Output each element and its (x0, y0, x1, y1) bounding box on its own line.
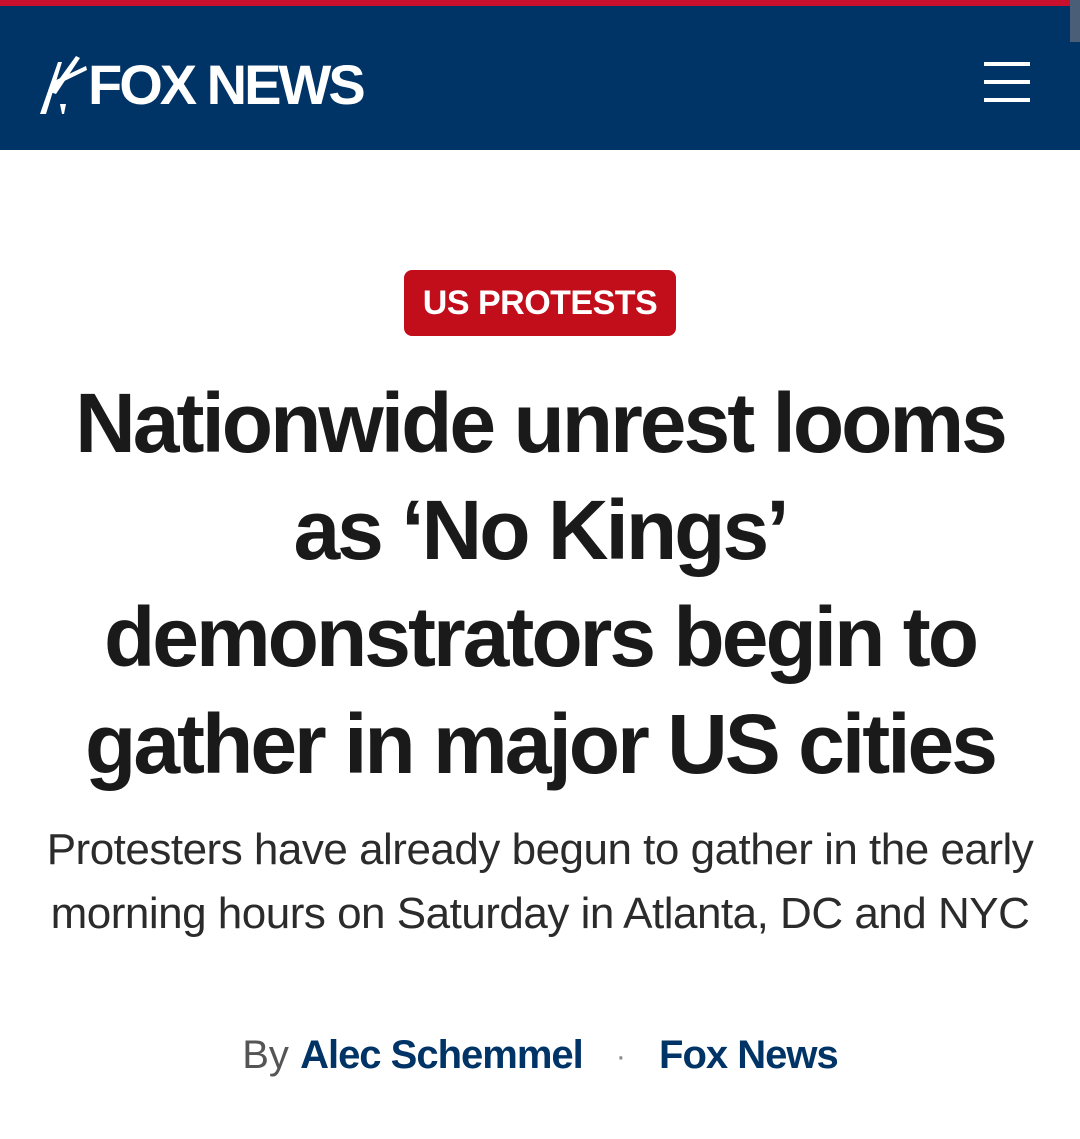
byline: By Alec Schemmel · Fox News (0, 1030, 1080, 1082)
byline-separator: · (615, 1040, 626, 1074)
headline-line: demonstrators begin to (103, 590, 979, 684)
headline-line: Nationwide unrest looms (75, 376, 1008, 470)
author-link[interactable]: Alec Schemmel (300, 1033, 584, 1077)
menu-bar (984, 98, 1030, 102)
headline-line: as ‘No Kings’ (293, 483, 789, 577)
category-badge[interactable]: US PROTESTS (404, 270, 676, 336)
source-link[interactable]: Fox News (659, 1033, 839, 1077)
article-subheadline: Protesters have already begun to gather … (46, 825, 1034, 938)
menu-bar (984, 80, 1030, 84)
headline-line: gather in major US cities (85, 697, 998, 791)
site-header: FOX NEWS (0, 6, 1080, 150)
logo-text: FOX NEWS (88, 53, 366, 116)
site-logo[interactable]: FOX NEWS (36, 50, 366, 120)
article-headline: Nationwide unrest looms as ‘No Kings’ de… (20, 370, 1060, 798)
scrollbar-thumb[interactable] (1070, 0, 1080, 42)
byline-prefix: By (242, 1033, 289, 1077)
hamburger-menu-icon[interactable] (982, 58, 1032, 106)
menu-bar (984, 62, 1030, 66)
fox-news-searchlight-icon (40, 56, 87, 114)
